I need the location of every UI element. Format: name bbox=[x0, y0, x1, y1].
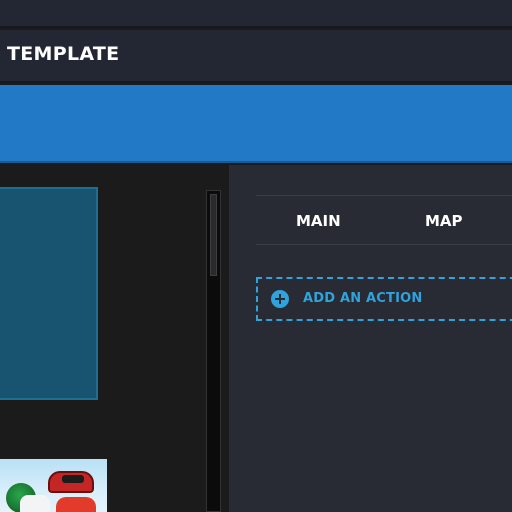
right-panel: MAIN MAP ADD AN ACTION bbox=[229, 165, 512, 512]
blue-banner bbox=[0, 85, 512, 163]
left-panel bbox=[0, 165, 229, 512]
tab-map[interactable]: MAP bbox=[425, 212, 463, 230]
scrollbar[interactable] bbox=[206, 190, 221, 512]
page-title: TEMPLATE bbox=[7, 43, 120, 65]
add-action-button[interactable]: ADD AN ACTION bbox=[256, 277, 512, 321]
top-bar bbox=[0, 0, 512, 28]
preview-card[interactable] bbox=[0, 187, 98, 400]
header: TEMPLATE bbox=[0, 30, 512, 83]
scrollbar-thumb[interactable] bbox=[210, 194, 217, 276]
thumbnail-red-shape bbox=[56, 497, 96, 512]
add-action-label: ADD AN ACTION bbox=[303, 291, 423, 306]
thumbnail-white-shape bbox=[20, 495, 50, 512]
tab-main[interactable]: MAIN bbox=[296, 212, 341, 230]
thumbnail-image[interactable] bbox=[0, 459, 107, 512]
thumbnail-vehicle-window bbox=[62, 475, 84, 483]
tab-bar: MAIN MAP bbox=[256, 195, 512, 245]
plus-circle-icon bbox=[271, 290, 289, 308]
